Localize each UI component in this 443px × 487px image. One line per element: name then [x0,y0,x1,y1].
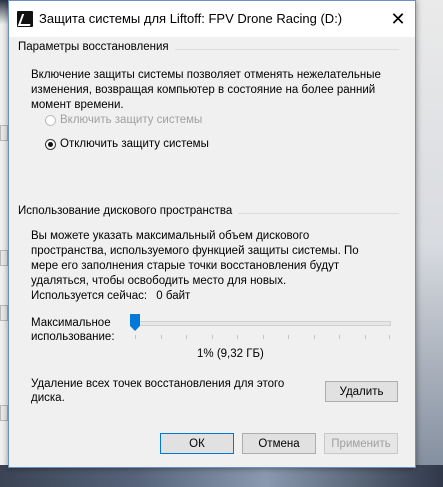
cancel-button[interactable]: Отмена [242,433,316,454]
window-title: Защита системы для Liftoff: FPV Drone Ra… [39,11,343,26]
slider-tick [263,335,264,339]
restore-settings-title: Параметры восстановления [18,41,175,53]
max-usage-label-line2: использование: [31,331,115,343]
restore-settings-description: Включение защиты системы позволяет отмен… [31,69,381,111]
system-protection-dialog: Защита системы для Liftoff: FPV Drone Ra… [8,0,416,468]
current-usage-value: 0 байт [156,290,191,302]
slider-tick [288,335,289,339]
current-usage: Используется сейчас: 0 байт [31,290,190,302]
disable-protection-option[interactable]: Отключить защиту системы [45,138,209,150]
disable-protection-label: Отключить защиту системы [60,138,209,150]
title-bar[interactable]: Защита системы для Liftoff: FPV Drone Ra… [9,1,415,37]
max-usage-value: 1% (9,32 ГБ) [197,348,264,360]
slider-tick [212,335,213,339]
delete-button[interactable]: Удалить [325,381,398,402]
disk-usage-description: Вы можете указать максимальный объем дис… [31,230,359,287]
enable-protection-option[interactable]: Включить защиту системы [45,114,202,126]
apply-button[interactable]: Применить [324,433,398,454]
close-icon: ✕ [390,8,406,29]
slider-tick [314,335,315,339]
background-window-fragment [0,405,8,421]
delete-points-description: Удаление всех точек восстановления для э… [31,378,285,404]
desktop-background-right [414,0,443,487]
background-window-fragment [0,305,8,321]
slider-tick [339,335,340,339]
slider-tick [135,335,136,339]
background-window-fragment [0,125,8,141]
max-usage-slider-track[interactable] [135,321,391,326]
ok-button[interactable]: ОК [160,433,234,454]
desktop-background-bottom [0,465,443,487]
system-protection-icon [17,11,33,27]
max-usage-slider-thumb[interactable] [130,314,140,331]
slider-tick [365,335,366,339]
background-window-fragment [0,250,8,266]
disk-usage-title: Использование дискового пространства [18,205,239,217]
slider-tick [389,335,390,339]
enable-protection-radio[interactable] [45,114,56,126]
slider-tick [161,335,162,339]
disable-protection-radio[interactable] [45,138,56,150]
max-usage-label-line1: Максимальное [31,317,111,329]
current-usage-label: Используется сейчас: [31,290,148,302]
close-button[interactable]: ✕ [381,1,415,37]
max-usage-label: Максимальное использование: [31,316,115,344]
enable-protection-label: Включить защиту системы [60,114,203,126]
slider-tick [186,335,187,339]
slider-tick [237,335,238,339]
